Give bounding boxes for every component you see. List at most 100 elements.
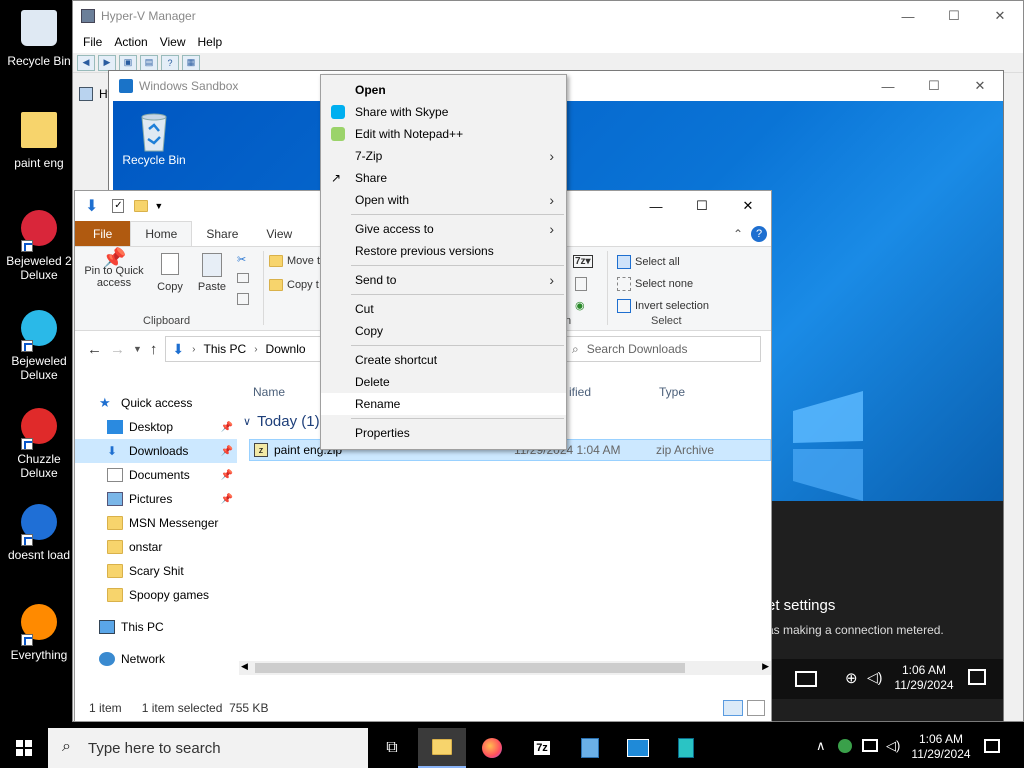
menu-item-send-to[interactable]: Send to › — [321, 269, 566, 291]
menu-item-rename[interactable]: Rename — [321, 393, 566, 415]
start-button[interactable] — [0, 728, 48, 768]
volume-icon[interactable]: ◁) — [867, 669, 882, 686]
copy-to-button[interactable]: Copy t — [269, 279, 319, 291]
forward-arrow-icon[interactable]: ▶ — [98, 54, 116, 71]
menu-item-create-shortcut[interactable]: Create shortcut — [321, 349, 566, 371]
desktop-icon-recycle-bin[interactable]: Recycle Bin — [0, 8, 78, 68]
desktop-icon-bejeweled-deluxe[interactable]: Bejeweled Deluxe — [0, 308, 78, 382]
column-name[interactable]: Name — [253, 385, 285, 399]
tab-file[interactable]: File — [75, 221, 131, 246]
network-globe-icon[interactable]: ⊕ — [845, 669, 858, 687]
folder-up-icon[interactable]: ▣ — [119, 54, 137, 71]
collapse-ribbon-icon[interactable]: ⌃ — [733, 227, 743, 241]
history-icon[interactable]: ◉ — [575, 299, 585, 312]
scroll-right-icon[interactable]: ▶ — [762, 661, 769, 672]
desktop-icon-doesnt-load[interactable]: doesnt load — [0, 502, 78, 562]
invert-selection-button[interactable]: Invert selection — [617, 299, 709, 313]
desktop-icon-everything[interactable]: Everything — [0, 602, 78, 662]
nav-item-spoopy-games[interactable]: Spoopy games — [75, 583, 237, 607]
menu-item-edit-with-notepad-[interactable]: Edit with Notepad++ — [321, 123, 566, 145]
menu-item-copy[interactable]: Copy — [321, 320, 566, 342]
menu-item-cut[interactable]: Cut — [321, 298, 566, 320]
sandbox-clock[interactable]: 1:06 AM 11/29/2024 — [889, 663, 959, 693]
group-header-today[interactable]: ∨ Today (1) — [243, 413, 320, 430]
volume-icon[interactable]: ◁) — [886, 738, 900, 754]
menu-item-open[interactable]: Open — [321, 79, 566, 101]
column-modified[interactable]: ified — [569, 385, 591, 399]
task-view-button[interactable]: ⧉ — [368, 728, 416, 768]
scroll-left-icon[interactable]: ◀ — [241, 661, 248, 672]
up-arrow-icon[interactable]: ↑ — [150, 341, 158, 358]
close-button[interactable]: ✕ — [977, 1, 1023, 31]
taskbar-firefox[interactable] — [468, 728, 516, 768]
nav-item-downloads[interactable]: ⬇ Downloads 📌 — [75, 439, 237, 463]
breadcrumb-downloads[interactable]: Downlo — [266, 342, 306, 356]
move-to-button[interactable]: Move t — [269, 255, 320, 267]
console-icon[interactable]: ▤ — [140, 54, 158, 71]
user-icon[interactable] — [838, 739, 852, 753]
menu-help[interactable]: Help — [192, 35, 229, 49]
network-icon[interactable] — [862, 739, 878, 752]
cut-icon[interactable]: ✂ — [237, 253, 246, 266]
quick-access-down-icon[interactable]: ⬇ — [85, 196, 98, 216]
7zip-icon[interactable]: 7z▾ — [573, 255, 593, 268]
tab-view[interactable]: View — [252, 221, 306, 246]
paste-shortcut-icon[interactable] — [237, 293, 249, 305]
menu-item-give-access-to[interactable]: Give access to › — [321, 218, 566, 240]
recent-dropdown-icon[interactable]: ▼ — [133, 344, 142, 354]
help-icon[interactable]: ? — [751, 225, 767, 242]
nav-item-quick-access[interactable]: ★ Quick access — [75, 391, 237, 415]
properties-check-icon[interactable]: ✓ — [112, 199, 125, 213]
nav-item-scary-shit[interactable]: Scary Shit — [75, 559, 237, 583]
nav-item-onstar[interactable]: onstar — [75, 535, 237, 559]
taskbar-clock[interactable]: 1:06 AM 11/29/2024 — [906, 732, 976, 762]
network-toast-title[interactable]: et settings — [767, 597, 835, 614]
tab-home[interactable]: Home — [130, 221, 193, 246]
pin-icon[interactable]: 📌 — [221, 446, 233, 457]
edit-icon[interactable] — [575, 277, 587, 291]
menu-item-7-zip[interactable]: 7-Zip › — [321, 145, 566, 167]
menu-view[interactable]: View — [154, 35, 192, 49]
column-type[interactable]: Type — [659, 385, 685, 399]
forward-arrow-icon[interactable]: → — [110, 341, 125, 358]
minimize-button[interactable]: — — [633, 191, 679, 221]
taskbar-7zip[interactable]: 7z — [518, 728, 566, 768]
large-icons-view-icon[interactable] — [747, 700, 765, 716]
desktop-icon-bejeweled-2-deluxe[interactable]: Bejeweled 2 Deluxe — [0, 208, 78, 282]
paste-button[interactable]: Paste — [195, 253, 229, 293]
nav-item-this-pc[interactable]: This PC — [75, 615, 237, 639]
maximize-button[interactable]: ☐ — [679, 191, 725, 221]
hyperv-titlebar[interactable]: Hyper-V Manager — ☐ ✕ — [73, 1, 1023, 31]
copy-path-icon[interactable] — [237, 273, 249, 283]
nav-item-pictures[interactable]: Pictures 📌 — [75, 487, 237, 511]
search-box[interactable]: ⌕ Search Downloads — [565, 336, 761, 362]
taskbar-file-explorer[interactable] — [418, 728, 466, 768]
pin-icon[interactable]: 📌 — [221, 470, 233, 481]
details-view-icon[interactable] — [723, 700, 743, 716]
sandbox-recycle-bin[interactable]: Recycle Bin — [119, 109, 189, 167]
taskbar-server-app[interactable] — [566, 728, 614, 768]
menu-file[interactable]: File — [77, 35, 108, 49]
help-icon[interactable]: ? — [161, 54, 179, 71]
menu-item-share-with-skype[interactable]: Share with Skype — [321, 101, 566, 123]
menu-action[interactable]: Action — [108, 35, 153, 49]
pin-quick-access-button[interactable]: 📌 Pin to Quick access — [81, 249, 147, 289]
maximize-button[interactable]: ☐ — [931, 1, 977, 31]
close-button[interactable]: ✕ — [725, 191, 771, 221]
menu-item-properties[interactable]: Properties — [321, 422, 566, 444]
desktop-icon-paint-eng[interactable]: paint eng — [0, 110, 78, 170]
nav-item-msn-messenger[interactable]: MSN Messenger — [75, 511, 237, 535]
tray-overflow-icon[interactable]: ∧ — [816, 738, 826, 754]
pin-icon[interactable]: 📌 — [221, 422, 233, 433]
scroll-thumb[interactable] — [255, 663, 685, 673]
desktop-icon-chuzzle-deluxe[interactable]: Chuzzle Deluxe — [0, 406, 78, 480]
panel-icon[interactable]: ▦ — [182, 54, 200, 71]
taskbar-search[interactable]: ⌕ Type here to search — [48, 728, 368, 768]
action-center-icon[interactable] — [795, 671, 817, 687]
horizontal-scrollbar[interactable]: ◀ ▶ — [239, 661, 771, 675]
taskbar-sandbox[interactable] — [614, 728, 662, 768]
new-folder-icon[interactable] — [134, 200, 149, 212]
nav-item-documents[interactable]: Documents 📌 — [75, 463, 237, 487]
pin-icon[interactable]: 📌 — [221, 494, 233, 505]
notifications-icon[interactable] — [984, 739, 1000, 753]
